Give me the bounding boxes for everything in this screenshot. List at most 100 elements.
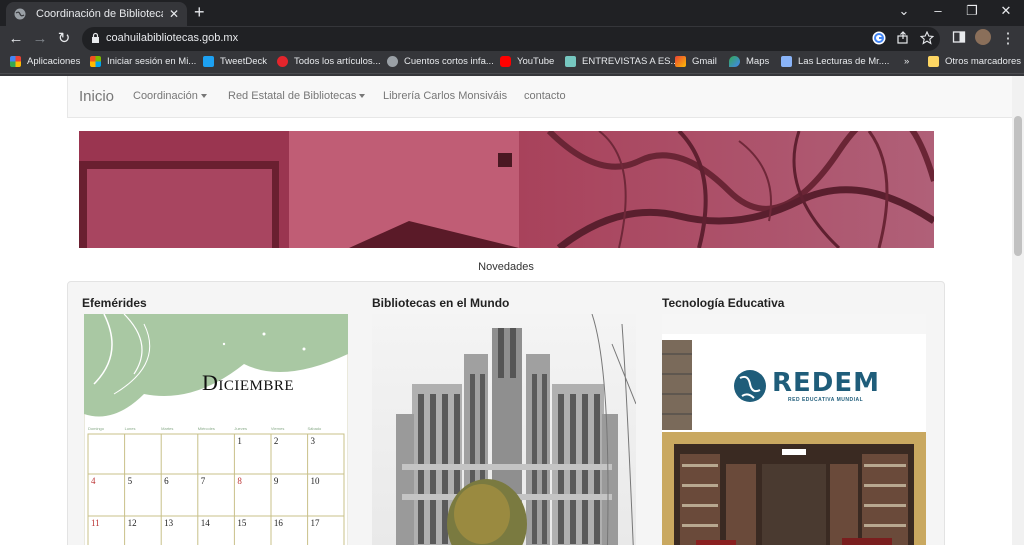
calendar-grid: 1 2 3 4 5 6 7 8 9 10 11 12 13 14 15 16 1… — [88, 436, 344, 545]
bookmark-label: YouTube — [517, 56, 555, 67]
page-scrollbar[interactable] — [1012, 76, 1024, 545]
calendar-day: 7 — [200, 476, 206, 486]
calendar-row: 4 5 6 7 8 9 10 — [88, 476, 344, 518]
close-window-icon[interactable]: ✕ — [996, 3, 1016, 19]
calendar-day: 11 — [91, 518, 100, 528]
bookmark-item[interactable]: Maps — [729, 56, 769, 67]
bookmark-label: Otros marcadores — [945, 56, 1022, 67]
section-title: Efemérides — [82, 296, 147, 310]
bookmark-item[interactable]: Gmail — [675, 56, 717, 67]
bookmark-item[interactable]: TweetDeck — [203, 56, 267, 67]
avatar[interactable] — [975, 29, 991, 45]
weekday-label: Miércoles — [197, 426, 215, 431]
bookmarks-bar: Aplicaciones Iniciar sesión en Mi... Twe… — [0, 52, 1024, 74]
lock-icon — [92, 32, 99, 43]
apps-grid-icon — [10, 56, 21, 67]
more-bookmarks-icon[interactable]: » — [904, 56, 909, 67]
calendar-day: 9 — [273, 476, 279, 486]
share-icon[interactable] — [896, 31, 910, 45]
calendar-day — [125, 436, 162, 476]
novedades-heading: Novedades — [478, 261, 534, 273]
reload-icon[interactable]: ↻ — [55, 30, 73, 48]
tecnologia-educativa-card[interactable]: REDEM RED EDUCATIVA MUNDIAL — [662, 314, 926, 545]
banner-artwork — [79, 131, 934, 248]
bookmark-item[interactable]: Las Lecturas de Mr.... — [781, 56, 889, 67]
restore-icon[interactable]: ❐ — [962, 3, 982, 19]
youtube-icon — [500, 56, 511, 67]
globe-icon — [387, 56, 398, 67]
url-text: coahuilabibliotecas.gob.mx — [106, 32, 239, 44]
more-menu-icon[interactable]: ⋮ — [999, 30, 1017, 48]
bookmark-label: Gmail — [692, 56, 717, 67]
calendar-day: 12 — [127, 518, 137, 528]
nav-label: Red Estatal de Bibliotecas — [228, 90, 357, 102]
back-arrow-icon[interactable]: ← — [7, 30, 25, 48]
weekday-label: Martes — [161, 426, 174, 431]
nav-contacto[interactable]: contacto — [524, 90, 566, 102]
close-icon[interactable]: ✕ — [169, 7, 179, 21]
forward-arrow-icon[interactable]: → — [31, 30, 49, 48]
bookmark-item[interactable]: Todos los artículos... — [277, 56, 381, 67]
tweetdeck-icon — [203, 56, 214, 67]
calendar-day: 2 — [273, 436, 279, 446]
calendar-weekdays: Domingo Lunes Martes Miércoles Jueves Vi… — [88, 426, 344, 431]
maps-icon — [729, 56, 740, 67]
bookmark-item[interactable]: YouTube — [500, 56, 554, 67]
calendar-day — [88, 436, 125, 476]
redem-logo: REDEM — [772, 368, 880, 398]
nav-label: Coordinación — [133, 90, 198, 102]
bookmark-label: Las Lecturas de Mr.... — [798, 56, 890, 67]
efemerides-card[interactable]: Diciembre Domingo Lunes Martes Miércoles… — [84, 314, 348, 545]
redem-tagline: RED EDUCATIVA MUNDIAL — [788, 397, 864, 403]
sections-panel: Efemérides Diciembre Domingo Lunes Marte… — [67, 281, 945, 545]
star-icon[interactable] — [920, 31, 934, 45]
caret-down-icon — [359, 94, 366, 99]
calendar-day: 1 — [237, 436, 242, 446]
nav-coordinacion[interactable]: Coordinación — [133, 90, 207, 102]
omnibox-actions — [872, 31, 934, 45]
calendar-day: 16 — [273, 518, 283, 528]
weekday-label: Lunes — [124, 426, 136, 431]
calendar-day — [161, 436, 198, 476]
calendar-day — [198, 436, 235, 476]
redem-library-image — [662, 314, 926, 545]
bookmark-site-icon — [781, 56, 792, 67]
site-navbar: Inicio Coordinación Red Estatal de Bibli… — [67, 76, 1012, 118]
calendar-day: 3 — [310, 436, 315, 446]
nav-home[interactable]: Inicio — [79, 88, 114, 105]
bookmark-item[interactable]: Aplicaciones — [10, 56, 80, 67]
library-building-image — [372, 314, 636, 545]
bookmark-label: ENTREVISTAS A ES... — [582, 56, 679, 67]
bookmark-item[interactable]: ENTREVISTAS A ES... — [565, 56, 678, 67]
scrollbar-thumb[interactable] — [1014, 116, 1022, 256]
d-icon — [277, 56, 288, 67]
address-bar[interactable]: coahuilabibliotecas.gob.mx — [82, 27, 940, 51]
chevron-down-icon[interactable]: ⌄ — [894, 3, 914, 19]
weekday-label: Sábado — [307, 426, 322, 431]
calendar-day: 8 — [237, 476, 242, 486]
section-title: Tecnología Educativa — [662, 296, 785, 310]
bookmark-site-icon — [565, 56, 576, 67]
gmail-icon — [675, 56, 686, 67]
bookmark-label: TweetDeck — [220, 56, 267, 67]
section-title: Bibliotecas en el Mundo — [372, 296, 510, 310]
nav-libreria[interactable]: Librería Carlos Monsiváis — [383, 90, 507, 102]
new-tab-button[interactable]: + — [194, 3, 205, 21]
minimize-icon[interactable]: – — [928, 3, 948, 18]
browser-chrome: Coordinación de Bibliotecas Coahuila ✕ +… — [0, 0, 1024, 76]
google-icon[interactable] — [872, 31, 886, 45]
banner-image — [79, 131, 934, 248]
tab-title: Coordinación de Bibliotecas Coahuila — [36, 8, 163, 20]
browser-toolbar: ← → ↻ coahuilabibliotecas.gob.mx ⋮ — [0, 26, 1024, 52]
bookmark-item[interactable]: Cuentos cortos infa... — [387, 56, 494, 67]
other-bookmarks[interactable]: Otros marcadores — [928, 56, 1021, 67]
page-viewport: Inicio Coordinación Red Estatal de Bibli… — [0, 76, 1012, 545]
bookmark-item[interactable]: Iniciar sesión en Mi... — [90, 56, 196, 67]
nav-red-estatal[interactable]: Red Estatal de Bibliotecas — [228, 90, 366, 102]
bibliotecas-mundo-card[interactable] — [372, 314, 636, 545]
calendar-row: 1 2 3 — [88, 436, 344, 476]
calendar-month: Diciembre — [202, 370, 295, 395]
browser-tab[interactable]: Coordinación de Bibliotecas Coahuila ✕ — [6, 2, 187, 26]
side-panel-icon[interactable] — [952, 30, 966, 44]
tab-strip: Coordinación de Bibliotecas Coahuila ✕ +… — [0, 0, 1024, 26]
